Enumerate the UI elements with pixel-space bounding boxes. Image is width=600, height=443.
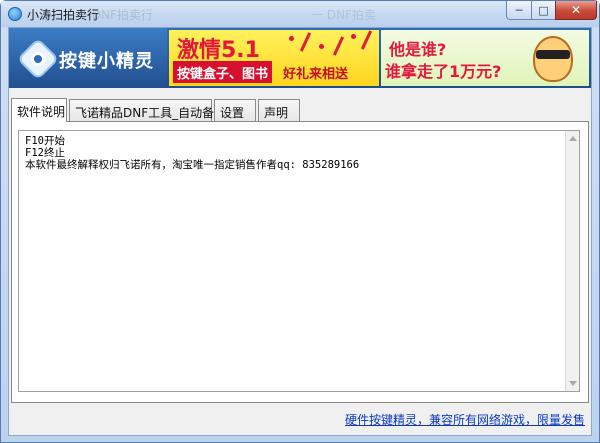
minimize-button[interactable]: ─ — [506, 1, 532, 20]
promo-banner-left[interactable]: 激情5.1 按键盒子、图书 好礼来相送 — [169, 30, 379, 86]
app-window: 小涛扫拍卖行 一 DNF拍卖行 一 DNF拍卖 ─ □ ✕ 按键小精灵 激情5.… — [0, 0, 600, 443]
logo-ring-icon — [31, 52, 45, 66]
app-logo-icon — [8, 7, 22, 21]
tab-dnf-tool[interactable]: 飞诺精品DNF工具_自动备份 — [69, 99, 226, 121]
maximize-icon: □ — [538, 3, 549, 17]
decor-streak — [332, 36, 345, 56]
tab-settings[interactable]: 设置 — [214, 99, 256, 121]
brand-logo[interactable]: 按键小精灵 — [9, 28, 167, 88]
title-bar[interactable]: 小涛扫拍卖行 一 DNF拍卖行 一 DNF拍卖 ─ □ ✕ — [1, 1, 599, 27]
tab-software-info[interactable]: 软件说明 — [11, 98, 67, 122]
decor-dot — [289, 36, 294, 41]
info-line: 本软件最终解释权归飞诺所有，淘宝唯一指定销售作者qq: 835289166 — [25, 159, 360, 171]
tab-statement[interactable]: 声明 — [258, 99, 300, 121]
info-line: F10开始 — [25, 135, 65, 147]
promo-question-2: 谁拿走了1万元? — [385, 62, 502, 81]
promo-banner-right[interactable]: 他是谁? 谁拿走了1万元? — [381, 30, 589, 86]
promo-subtext: 按键盒子、图书 — [173, 61, 273, 83]
scroll-down-icon[interactable] — [569, 381, 577, 386]
window-title-ghost-2: 一 DNF拍卖 — [311, 8, 376, 22]
close-icon: ✕ — [570, 3, 582, 17]
banner: 按键小精灵 激情5.1 按键盒子、图书 好礼来相送 他是谁? 谁拿走了1万元? — [9, 28, 591, 88]
promo-subtext-2: 好礼来相送 — [283, 67, 349, 82]
client-area: 按键小精灵 激情5.1 按键盒子、图书 好礼来相送 他是谁? 谁拿走了1万元? — [8, 27, 592, 436]
promo-footer-link[interactable]: 硬件按键精灵，兼容所有网络游戏，限量发售 — [345, 411, 585, 428]
info-textarea[interactable]: F10开始 F12终止 本软件最终解释权归飞诺所有，淘宝唯一指定销售作者qq: … — [18, 130, 580, 392]
brand-name: 按键小精灵 — [59, 51, 154, 72]
info-text: F10开始 F12终止 本软件最终解释权归飞诺所有，淘宝唯一指定销售作者qq: … — [25, 135, 555, 171]
tab-panel: F10开始 F12终止 本软件最终解释权归飞诺所有，淘宝唯一指定销售作者qq: … — [11, 121, 589, 403]
promo-headline: 激情5.1 — [177, 38, 260, 63]
scroll-up-icon[interactable] — [569, 136, 577, 141]
decor-dot — [319, 44, 324, 49]
promo-question: 他是谁? — [389, 40, 447, 59]
decor-dot — [351, 34, 356, 39]
decor-streak — [360, 30, 373, 50]
close-button[interactable]: ✕ — [555, 1, 597, 20]
maximize-button[interactable]: □ — [531, 1, 556, 20]
vertical-scrollbar[interactable] — [565, 131, 579, 391]
cartoon-face-icon — [533, 36, 573, 82]
tab-bar: 软件说明 飞诺精品DNF工具_自动备份 设置 声明 — [9, 98, 591, 122]
window-title-ghost: 一 DNF拍卖行 — [76, 8, 153, 22]
minimize-icon: ─ — [515, 3, 523, 17]
decor-streak — [299, 32, 312, 52]
sunglasses-icon — [536, 50, 570, 59]
info-line: F12终止 — [25, 147, 65, 159]
